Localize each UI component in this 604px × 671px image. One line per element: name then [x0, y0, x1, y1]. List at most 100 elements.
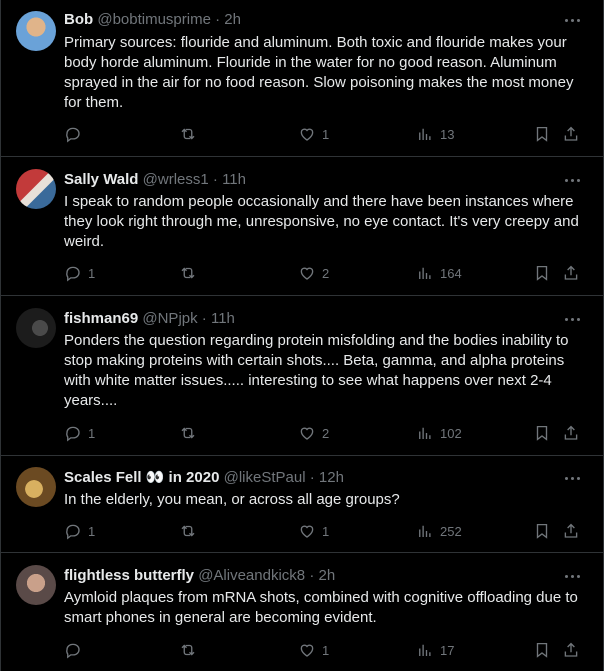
- post-time[interactable]: 2h: [318, 567, 335, 584]
- like-button[interactable]: 1: [298, 640, 329, 660]
- views-icon: [419, 525, 431, 537]
- avatar[interactable]: [16, 467, 56, 507]
- avatar[interactable]: [16, 11, 56, 51]
- author-name[interactable]: Bob: [64, 11, 93, 28]
- view-count: 102: [440, 425, 462, 441]
- bookmark-icon: [536, 265, 548, 281]
- reply-button[interactable]: 1: [64, 263, 95, 283]
- author-handle[interactable]: @Aliveandkick8: [198, 567, 305, 584]
- more-icon[interactable]: [563, 310, 581, 328]
- more-icon[interactable]: [563, 567, 581, 585]
- avatar[interactable]: [16, 308, 56, 348]
- post-time[interactable]: 11h: [222, 171, 246, 188]
- reply-icon: [66, 643, 80, 659]
- author-name[interactable]: fishman69: [64, 310, 138, 327]
- reply-count: 1: [88, 523, 96, 539]
- like-button[interactable]: 2: [298, 263, 329, 283]
- author-name[interactable]: flightless butterfly: [64, 567, 194, 584]
- author-handle[interactable]: @NPjpk: [142, 310, 197, 327]
- views-button[interactable]: 17: [416, 640, 454, 660]
- share-icon: [564, 523, 578, 538]
- reply-icon: [66, 127, 80, 143]
- bookmark-button[interactable]: [533, 124, 551, 144]
- avatar[interactable]: [16, 565, 56, 605]
- like-button[interactable]: 1: [298, 521, 329, 541]
- post-time[interactable]: 2h: [224, 11, 241, 28]
- repost-button[interactable]: [179, 124, 203, 144]
- reply-icon: [66, 266, 80, 282]
- separator-dot: ·: [215, 11, 221, 28]
- heart-icon: [300, 128, 314, 141]
- bookmark-button[interactable]: [533, 640, 551, 660]
- views-button[interactable]: 252: [416, 521, 462, 541]
- author-handle[interactable]: @wrless1: [143, 171, 209, 188]
- reply-button[interactable]: [64, 124, 88, 144]
- author-handle[interactable]: @likeStPaul: [224, 469, 306, 486]
- bookmark-button[interactable]: [533, 423, 551, 443]
- like-button[interactable]: 1: [298, 124, 329, 144]
- reply-post[interactable]: flightless butterfly @Aliveandkick8 · 2h…: [1, 553, 603, 671]
- action-bar: 1 2 164: [64, 263, 587, 283]
- heart-icon: [300, 525, 314, 538]
- views-button[interactable]: 13: [416, 124, 454, 144]
- heart-icon: [300, 267, 314, 280]
- bookmark-button[interactable]: [533, 263, 551, 283]
- reply-feed: Bob @bobtimusprime · 2h Primary sources:…: [0, 0, 604, 671]
- more-icon[interactable]: [563, 171, 581, 189]
- post-time[interactable]: 12h: [319, 469, 344, 486]
- like-count: 2: [322, 265, 330, 281]
- post-time[interactable]: 11h: [211, 310, 235, 327]
- views-icon: [419, 644, 431, 656]
- author-name[interactable]: Scales Fell 👀 in 2020: [64, 469, 219, 486]
- reply-icon: [66, 426, 80, 442]
- reply-post[interactable]: Sally Wald @wrless1 · 11h I speak to ran…: [1, 157, 603, 296]
- action-bar: 1 2 102: [64, 423, 587, 443]
- share-button[interactable]: [562, 521, 580, 541]
- repost-button[interactable]: [179, 521, 203, 541]
- views-icon: [419, 267, 431, 279]
- like-count: 1: [322, 523, 330, 539]
- repost-button[interactable]: [179, 640, 203, 660]
- like-button[interactable]: 2: [298, 423, 329, 443]
- repost-icon: [181, 525, 195, 537]
- more-icon[interactable]: [563, 11, 581, 29]
- heart-icon: [300, 427, 314, 440]
- views-button[interactable]: 164: [416, 263, 462, 283]
- reply-button[interactable]: 1: [64, 423, 95, 443]
- post-text: Aymloid plaques from mRNA shots, combine…: [64, 589, 578, 626]
- bookmark-button[interactable]: [533, 521, 551, 541]
- view-count: 164: [440, 265, 462, 281]
- post-text: I speak to random people occasionally an…: [64, 193, 579, 250]
- separator-dot: ·: [309, 469, 315, 486]
- post-text: Primary sources: flouride and aluminum. …: [64, 34, 574, 111]
- author-handle[interactable]: @bobtimusprime: [97, 11, 211, 28]
- heart-icon: [300, 644, 314, 657]
- share-button[interactable]: [562, 640, 580, 660]
- repost-button[interactable]: [179, 423, 203, 443]
- action-bar: 1 1 252: [64, 521, 587, 541]
- reply-button[interactable]: 1: [64, 521, 95, 541]
- more-icon[interactable]: [563, 469, 581, 487]
- view-count: 252: [440, 523, 462, 539]
- share-button[interactable]: [562, 263, 580, 283]
- reply-post[interactable]: fishman69 @NPjpk · 11h Ponders the quest…: [1, 296, 603, 456]
- share-button[interactable]: [562, 423, 580, 443]
- reply-post[interactable]: Scales Fell 👀 in 2020 @likeStPaul · 12h …: [1, 456, 603, 553]
- reply-post[interactable]: Bob @bobtimusprime · 2h Primary sources:…: [1, 0, 603, 157]
- avatar[interactable]: [16, 169, 56, 209]
- bookmark-icon: [536, 642, 548, 658]
- post-text: In the elderly, you mean, or across all …: [64, 491, 400, 508]
- view-count: 13: [440, 126, 455, 142]
- reply-button[interactable]: [64, 640, 88, 660]
- repost-button[interactable]: [179, 263, 203, 283]
- like-count: 1: [322, 642, 330, 658]
- action-bar: 1 13: [64, 124, 587, 144]
- reply-count: 1: [88, 425, 96, 441]
- like-count: 2: [322, 425, 330, 441]
- author-name[interactable]: Sally Wald: [64, 171, 138, 188]
- repost-icon: [181, 427, 195, 439]
- views-button[interactable]: 102: [416, 423, 462, 443]
- share-icon: [564, 425, 578, 440]
- share-button[interactable]: [562, 124, 580, 144]
- views-icon: [419, 128, 431, 140]
